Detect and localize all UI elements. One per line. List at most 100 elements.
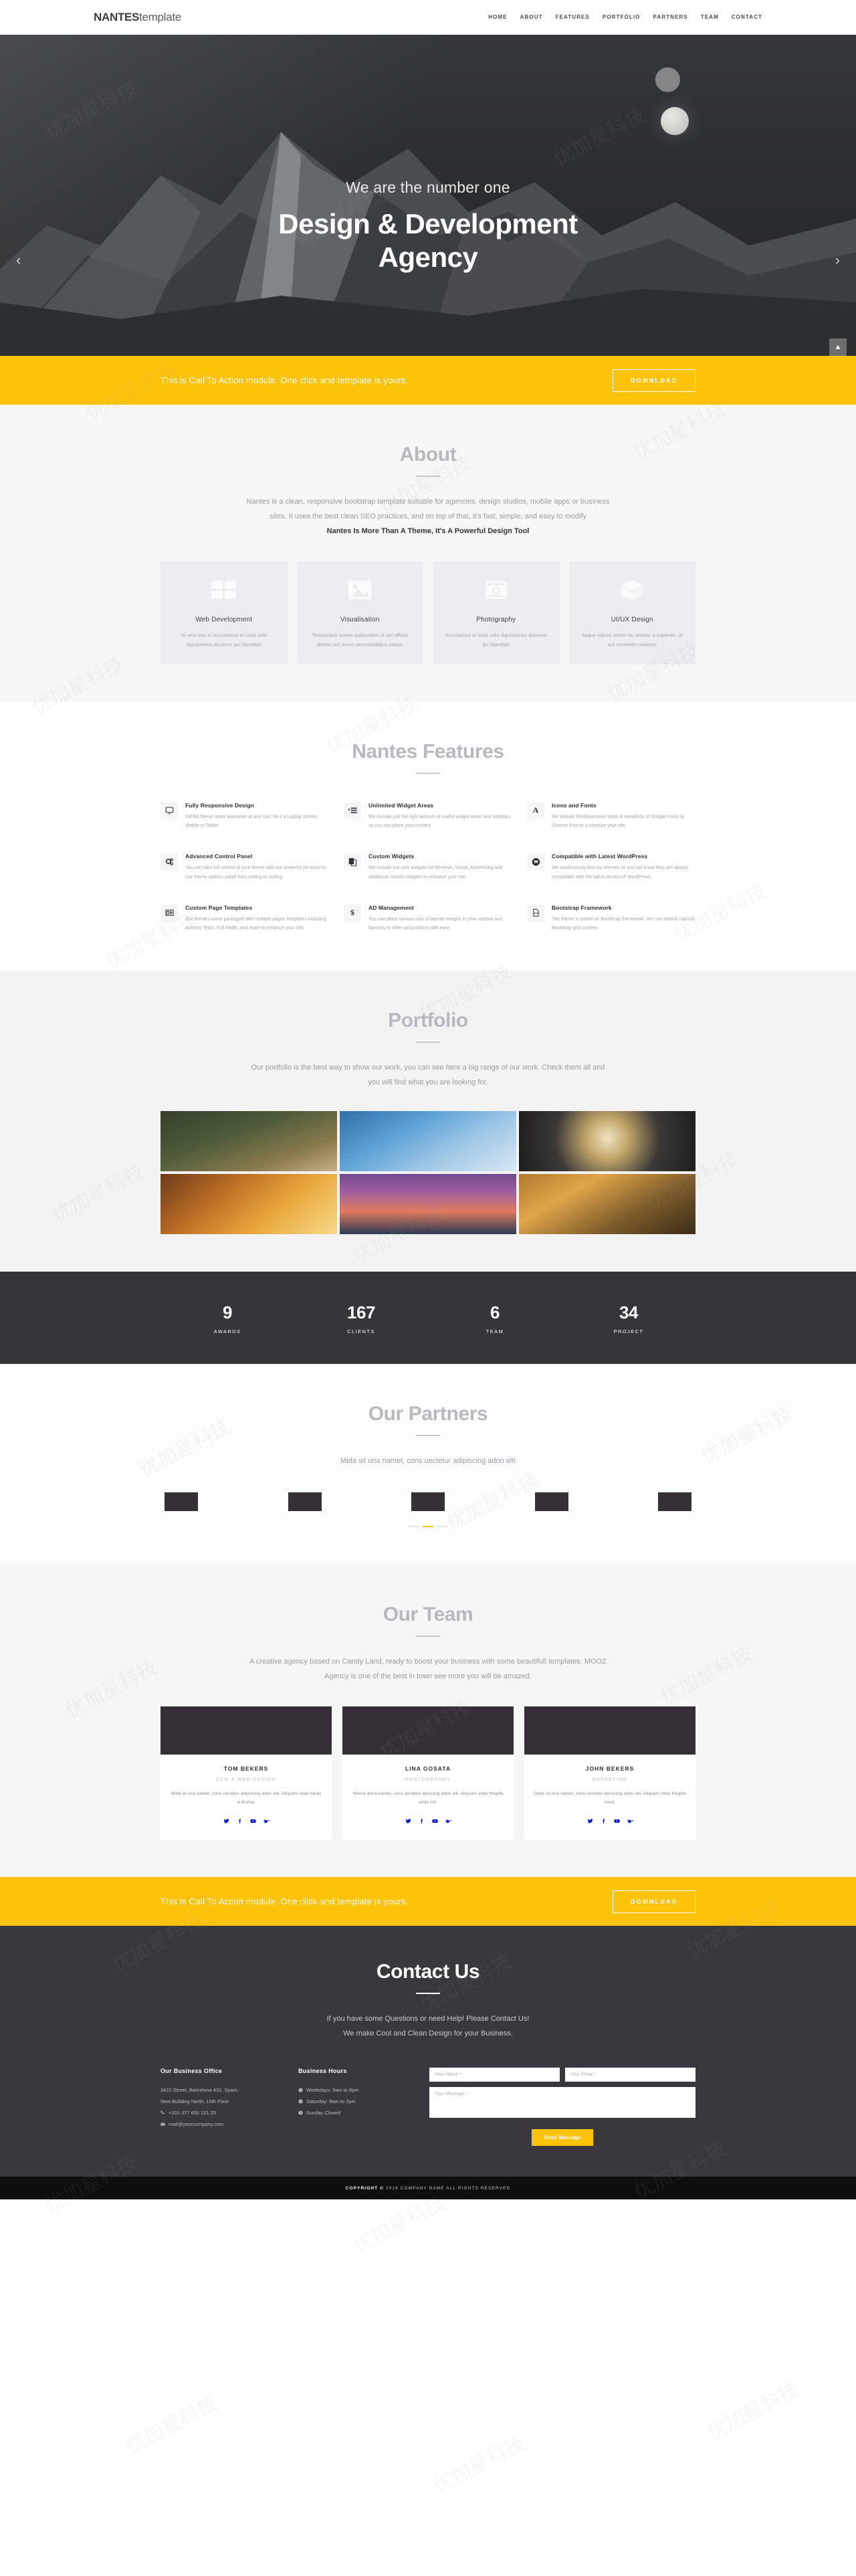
nav-item-partners[interactable]: PARTNERS (653, 14, 687, 20)
email-field[interactable] (565, 2068, 696, 2082)
send-message-button[interactable]: Send Message (532, 2129, 593, 2147)
feature-title: Unlimited Widget Areas (368, 801, 434, 809)
business-hours-heading: Business Hours (298, 2068, 347, 2075)
about-card-title: Web Development (195, 616, 253, 623)
call-to-action-banner-top: This is Call To Action module. One click… (0, 338, 856, 405)
portfolio-title: Portfolio (388, 1009, 468, 1031)
slider-prev-arrow-icon[interactable]: ‹ (16, 252, 21, 269)
twitter-icon[interactable] (587, 1815, 593, 1827)
team-member-bio: Dolor sit don namet, cons uectetur beris… (534, 1791, 686, 1805)
feature-text: You can take full control of your theme … (185, 866, 328, 880)
portfolio-item-woman-at-sunset[interactable] (160, 1173, 337, 1234)
feature-unlimited-widget-areas: Unlimited Widget Areas We include just th… (344, 801, 512, 831)
wordpress-icon (527, 853, 544, 871)
google-plus-icon[interactable] (263, 1815, 270, 1827)
section-divider (416, 1041, 440, 1043)
download-button[interactable]: DOWNLOAD (613, 369, 696, 392)
business-office-heading: Our Business Office (160, 2068, 223, 2075)
team-social-links (170, 1815, 322, 1827)
team-member-name: TOM BEKERS (223, 1765, 269, 1772)
partners-heading: Our Partners (160, 1403, 696, 1436)
facebook-icon[interactable] (237, 1815, 243, 1827)
portfolio-item-hands-sunset[interactable] (519, 1173, 696, 1234)
page-root: NANTEStemplate HOME ABOUT FEATURES PORTF… (0, 0, 856, 2499)
partner-logo-2[interactable] (288, 1492, 322, 1511)
nav-item-portfolio[interactable]: PORTFOLIO (603, 14, 641, 20)
slider-next-arrow-icon[interactable]: › (835, 252, 840, 269)
about-card-visualisation[interactable]: Visualisation Temporibus autem quibusdam… (296, 561, 423, 664)
message-field[interactable] (429, 2087, 696, 2118)
site-logo[interactable]: NANTEStemplate (94, 11, 181, 24)
font-letter-a-icon: A (527, 801, 544, 819)
partner-logo-5[interactable] (658, 1492, 691, 1511)
scroll-to-top-icon[interactable]: ▲ (829, 338, 847, 356)
section-divider (416, 772, 440, 774)
business-hours-text: Sunday Closed (306, 2109, 340, 2116)
image-picture-icon (345, 577, 374, 603)
about-card-photography[interactable]: Photography Accusamus et iusto odio dign… (433, 561, 560, 664)
portfolio-item-dome-ceiling[interactable] (519, 1110, 696, 1171)
partner-logo-1[interactable] (165, 1492, 198, 1511)
stats-row: 9 AWARDS 167 CLIENTS 6 TEAM 34 PROJECT (160, 1302, 696, 1334)
portfolio-item-woman-in-forest[interactable] (160, 1110, 337, 1171)
about-card-ui-ux-design[interactable]: UI/UX Design Itaque earum rerum hic tene… (568, 561, 696, 664)
contact-lede-line-1: If you have some Questions or need Help!… (326, 2015, 530, 2023)
gears-icon (160, 853, 178, 871)
business-hours-item: Weekdays: 9am to 8pm (298, 2085, 412, 2096)
facebook-icon[interactable] (419, 1815, 425, 1827)
business-hours-block: Business Hours Weekdays: 9am to 8pm Satu… (298, 2068, 412, 2146)
team-description: A creative agency based on Candy Land, r… (160, 1654, 696, 1684)
nav-item-team[interactable]: TEAM (701, 14, 719, 20)
office-address-line-1: 3422 Street, Barcelona 432, Spain, (160, 2087, 239, 2094)
youtube-icon[interactable] (432, 1815, 438, 1827)
copyright-label: COPYRIGHT (345, 2185, 379, 2191)
youtube-icon[interactable] (250, 1815, 256, 1827)
nav-item-about[interactable]: ABOUT (520, 14, 543, 20)
twitter-icon[interactable] (405, 1815, 411, 1827)
business-hours-text: Saturday: 9am to 2pm (306, 2098, 356, 2104)
twitter-icon[interactable] (223, 1815, 229, 1827)
clock-icon (298, 2088, 303, 2092)
office-email[interactable]: mail@yourcompany.com (169, 2119, 223, 2131)
hero-title-line-1: Design & Development (278, 208, 578, 239)
hero-title: Design & Development Agency (0, 207, 856, 274)
section-divider (416, 1434, 440, 1436)
team-member-bio: Mida sit una namet, cons uectetur adipis… (171, 1791, 322, 1805)
team-member-lina-gosata: LINA GOSATA PHOTOGRAPHY Worsa dona namet… (342, 1706, 514, 1840)
about-card-web-development[interactable]: Web Development At vero eos et accusamus… (160, 561, 288, 664)
feature-title: Compatible with Latest WordPress (552, 853, 648, 860)
section-divider (416, 1635, 440, 1637)
portfolio-grid (160, 1110, 696, 1234)
partner-logo-4[interactable] (534, 1492, 568, 1511)
about-card-title: Photography (476, 616, 516, 623)
hero-title-line-2: Agency (378, 241, 478, 273)
dollar-sign-icon: $ (344, 904, 361, 922)
nav-item-contact[interactable]: CONTACT (732, 14, 762, 20)
partner-logo-3[interactable] (411, 1492, 445, 1511)
carousel-dot-3[interactable] (437, 1525, 447, 1527)
facebook-icon[interactable] (601, 1815, 607, 1827)
site-header: NANTEStemplate HOME ABOUT FEATURES PORTF… (0, 0, 856, 35)
features-grid: Fully Responsive Design INFRA theme looks… (160, 801, 696, 933)
portfolio-item-modern-building[interactable] (340, 1110, 516, 1171)
carousel-dot-2-active[interactable] (423, 1525, 433, 1527)
feature-custom-widgets: Custom Widgets We include our own widgets… (344, 853, 512, 882)
about-lede-bold: Nantes Is More Than A Theme, It's A Powe… (326, 527, 530, 535)
name-field[interactable] (429, 2068, 560, 2082)
contact-title: Contact Us (376, 1961, 480, 1983)
feature-title: Icons and Fonts (552, 801, 597, 809)
partners-description: Mida sit una namet, cons uectetur adipis… (340, 1456, 516, 1465)
google-plus-icon[interactable] (627, 1815, 633, 1827)
stat-number: 167 (347, 1302, 375, 1322)
portfolio-item-boat-on-lake[interactable] (340, 1173, 516, 1234)
youtube-icon[interactable] (614, 1815, 620, 1827)
carousel-dot-1[interactable] (409, 1525, 419, 1527)
download-button[interactable]: DOWNLOAD (613, 1890, 696, 1913)
google-plus-icon[interactable] (445, 1815, 451, 1827)
feature-compatible-with-latest-wordpress: Compatible with Latest WordPress We conti… (527, 853, 696, 882)
team-member-name: LINA GOSATA (405, 1765, 451, 1772)
nav-item-features[interactable]: FEATURES (556, 14, 590, 20)
team-member-role: PHOTOGRAPHY (405, 1777, 451, 1782)
nav-item-home[interactable]: HOME (488, 14, 507, 20)
stat-label: TEAM (486, 1328, 504, 1334)
